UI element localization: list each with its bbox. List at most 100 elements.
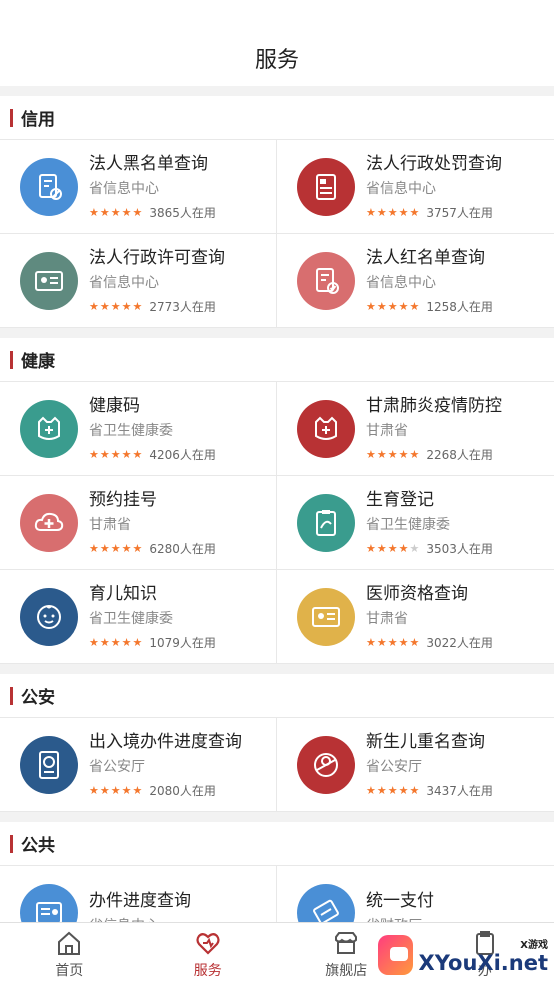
- service-card[interactable]: 法人行政处罚查询省信息中心 ★★★★★ 3757人在用: [277, 140, 554, 234]
- section-title: 信用: [0, 96, 554, 140]
- section-title-text: 公安: [21, 688, 55, 708]
- service-org: 省信息中心: [366, 180, 436, 197]
- rating-stars-icon: ★★★★★: [366, 299, 421, 313]
- rating-stars-icon: ★★★★★: [89, 635, 144, 649]
- usage-count: 3022人在用: [426, 635, 493, 650]
- rating-stars-icon: ★★★★★: [89, 299, 144, 313]
- service-org: 省卫生健康委: [366, 516, 450, 533]
- watermark-logo-icon: [378, 935, 413, 975]
- service-org: 省公安厅: [89, 758, 145, 775]
- service-name: 新生儿重名查询: [366, 731, 485, 752]
- service-card[interactable]: 法人红名单查询省信息中心 ★★★★★ 1258人在用: [277, 234, 554, 328]
- service-card[interactable]: 医师资格查询甘肃省 ★★★★★ 3022人在用: [277, 570, 554, 664]
- service-card[interactable]: 新生儿重名查询省公安厅 ★★★★★ 3437人在用: [277, 718, 554, 812]
- home-icon: [58, 931, 81, 955]
- service-name: 法人黑名单查询: [89, 153, 208, 174]
- document-ban-icon: [20, 157, 78, 216]
- service-name: 出入境办件进度查询: [89, 731, 242, 752]
- document-check-icon: [297, 251, 355, 310]
- service-name: 法人行政许可查询: [89, 247, 225, 268]
- baby-face-icon: [20, 587, 78, 646]
- service-list[interactable]: 信用法人黑名单查询省信息中心 ★★★★★ 3865人在用 法人行政处罚查询省信息中心 ★…: [0, 86, 554, 922]
- service-name: 法人红名单查询: [366, 247, 485, 268]
- usage-count: 2268人在用: [426, 447, 493, 462]
- tab-label: 旗舰店: [325, 963, 368, 979]
- section-accent-bar: [10, 834, 13, 853]
- usage-count: 3865人在用: [149, 205, 216, 220]
- watermark-small-text: X游戏: [520, 939, 548, 951]
- service-org: 省信息中心: [89, 274, 159, 291]
- section-1: 健康健康码省卫生健康委 ★★★★★ 4206人在用 甘肃肺炎疫情防控甘肃省 ★★★★★ 2…: [0, 338, 554, 664]
- birth-register-icon: [297, 493, 355, 552]
- service-heart-icon: [196, 933, 220, 955]
- rating-stars-icon: ★★★★★: [366, 541, 421, 555]
- service-name: 统一支付: [366, 891, 434, 911]
- rating-stars-icon: ★★★★★: [89, 205, 144, 219]
- usage-count: 2080人在用: [149, 783, 216, 798]
- service-org: 省信息中心: [89, 180, 159, 197]
- usage-count: 3757人在用: [426, 205, 493, 220]
- usage-count: 1258人在用: [426, 299, 493, 314]
- tab-label: 服务: [193, 963, 222, 979]
- section-title-text: 信用: [21, 110, 55, 130]
- progress-query-icon: [20, 883, 78, 922]
- passport-icon: [20, 735, 78, 794]
- service-org: 甘肃省: [89, 516, 131, 533]
- service-card[interactable]: 法人行政许可查询 省信息中心 ★★★★★ 2773人在用: [0, 234, 277, 328]
- penalty-document-icon: [297, 157, 355, 216]
- rating-stars-icon: ★★★★★: [366, 635, 421, 649]
- rating-stars-icon: ★★★★★: [366, 447, 421, 461]
- rating-stars-icon: ★★★★★: [366, 205, 421, 219]
- usage-count: 3437人在用: [426, 783, 493, 798]
- watermark: X游戏 XYouXi.net: [378, 932, 548, 978]
- service-card[interactable]: 统一支付省财政厅: [277, 866, 554, 922]
- service-card[interactable]: 法人黑名单查询省信息中心 ★★★★★ 3865人在用: [0, 140, 277, 234]
- section-title-text: 公共: [21, 836, 55, 856]
- section-accent-bar: [10, 350, 13, 369]
- service-card[interactable]: 出入境办件进度查询省公安厅 ★★★★★ 2080人在用: [0, 718, 277, 812]
- service-name: 健康码: [89, 395, 140, 416]
- tab-home[interactable]: 首页: [0, 923, 139, 986]
- section-0: 信用法人黑名单查询省信息中心 ★★★★★ 3865人在用 法人行政处罚查询省信息中心 ★…: [0, 96, 554, 328]
- usage-count: 6280人在用: [149, 541, 216, 556]
- health-code-icon: [20, 399, 78, 458]
- section-title: 健康: [0, 338, 554, 382]
- service-card[interactable]: 健康码省卫生健康委 ★★★★★ 4206人在用: [0, 382, 277, 476]
- newborn-icon: [297, 735, 355, 794]
- rating-stars-icon: ★★★★★: [366, 783, 421, 797]
- rating-stars-icon: ★★★★★: [89, 783, 144, 797]
- header: 服务: [0, 0, 554, 86]
- service-card[interactable]: 预约挂号 甘肃省 ★★★★★ 6280人在用: [0, 476, 277, 570]
- service-org: 省卫生健康委: [89, 610, 173, 627]
- service-org: 省公安厅: [366, 758, 422, 775]
- rating-stars-icon: ★★★★★: [89, 447, 144, 461]
- service-card[interactable]: 办件进度查询省信息中心: [0, 866, 277, 922]
- service-org: 省信息中心: [366, 274, 436, 291]
- usage-count: 1079人在用: [149, 635, 216, 650]
- service-name: 法人行政处罚查询: [366, 153, 502, 174]
- service-card[interactable]: 甘肃肺炎疫情防控甘肃省 ★★★★★ 2268人在用: [277, 382, 554, 476]
- tab-service-heart[interactable]: 服务: [139, 923, 278, 986]
- epidemic-control-icon: [297, 399, 355, 458]
- page-title: 服务: [254, 48, 299, 73]
- service-name: 预约挂号: [89, 489, 157, 510]
- section-2: 公安出入境办件进度查询省公安厅 ★★★★★ 2080人在用 新生儿重名查询省公安厅 ★★…: [0, 674, 554, 812]
- medical-cloud-icon: [20, 493, 78, 552]
- tab-label: 首页: [55, 963, 84, 979]
- service-name: 育儿知识: [89, 583, 157, 604]
- section-3: 公共办件进度查询省信息中心统一支付省财政厅: [0, 822, 554, 922]
- service-org: 甘肃省: [366, 610, 408, 627]
- service-org: 甘肃省: [366, 422, 408, 439]
- service-card[interactable]: 育儿知识省卫生健康委 ★★★★★ 1079人在用: [0, 570, 277, 664]
- service-name: 甘肃肺炎疫情防控: [366, 395, 502, 416]
- service-card[interactable]: 生育登记 省卫生健康委 ★★★★★ 3503人在用: [277, 476, 554, 570]
- usage-count: 3503人在用: [426, 541, 493, 556]
- service-name: 办件进度查询: [89, 891, 191, 911]
- service-org: 省卫生健康委: [89, 422, 173, 439]
- section-title: 公安: [0, 674, 554, 718]
- usage-count: 4206人在用: [149, 447, 216, 462]
- section-title-text: 健康: [21, 352, 55, 372]
- service-name: 医师资格查询: [366, 583, 468, 604]
- payment-icon: [297, 883, 355, 922]
- license-card-icon: [20, 251, 78, 310]
